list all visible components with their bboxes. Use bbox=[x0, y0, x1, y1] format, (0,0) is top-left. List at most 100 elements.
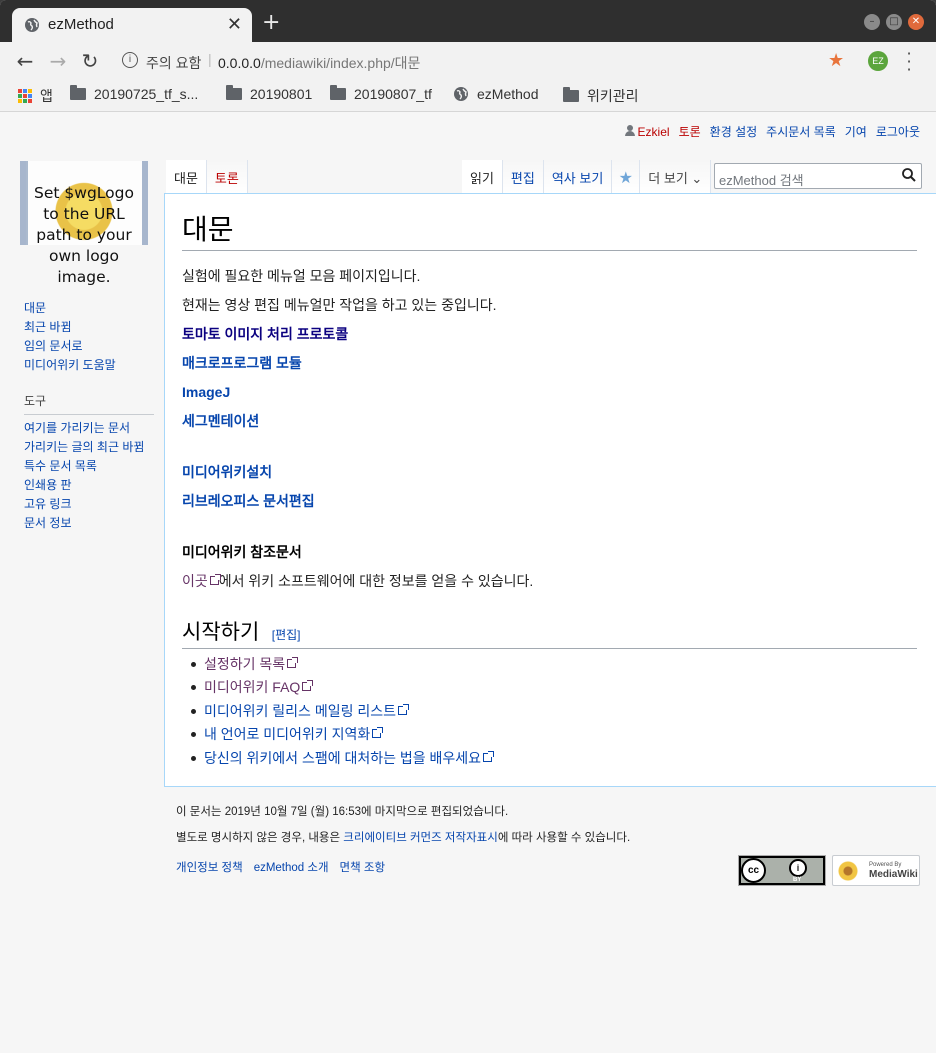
url-separator: | bbox=[208, 51, 212, 67]
external-link-here[interactable]: 이곳 bbox=[182, 573, 221, 589]
sidebar-item-permalink[interactable]: 고유 링크 bbox=[24, 495, 154, 514]
tab-talk[interactable]: 토론 bbox=[206, 160, 248, 193]
more-menu[interactable]: 더 보기 ⌄ bbox=[640, 160, 712, 193]
link-mediawiki-install[interactable]: 미디어위키설치 bbox=[182, 462, 917, 491]
attribution-person-icon: i bbox=[789, 859, 807, 877]
logout-link[interactable]: 로그아웃 bbox=[876, 123, 920, 140]
search-input[interactable]: ezMethod 검색 bbox=[714, 163, 922, 189]
bookmark-apps[interactable]: 앱 bbox=[18, 86, 53, 106]
bookmark-folder[interactable]: 20190807_tf bbox=[330, 85, 432, 102]
bookmark-label: 20190801 bbox=[250, 86, 313, 102]
getting-started-list: 설정하기 목록 미디어위키 FAQ 미디어위키 릴리스 메일링 리스트 내 언어… bbox=[187, 654, 495, 771]
profile-avatar[interactable]: EZ bbox=[868, 51, 888, 71]
external-link-icon bbox=[483, 750, 495, 762]
globe-icon bbox=[25, 18, 39, 32]
section-heading: 시작하기 [편집] bbox=[182, 616, 917, 649]
close-tab-icon[interactable]: ✕ bbox=[227, 14, 242, 35]
back-icon[interactable]: ← bbox=[14, 50, 36, 72]
powered-by-mediawiki-badge[interactable]: Powered By MediaWiki bbox=[832, 855, 920, 886]
info-icon[interactable]: i bbox=[122, 52, 138, 68]
link-libreoffice-edit[interactable]: 리브레오피스 문서편집 bbox=[182, 491, 917, 520]
mediawiki-label: MediaWiki bbox=[869, 869, 918, 880]
bookmark-folder[interactable]: 위키관리 bbox=[563, 86, 639, 106]
watchlist-link[interactable]: 주시문서 목록 bbox=[766, 123, 836, 140]
list-item: 내 언어로 미디어위키 지역화 bbox=[190, 724, 492, 747]
external-link-icon bbox=[209, 574, 221, 585]
close-window-icon[interactable]: ✕ bbox=[908, 14, 924, 30]
list-item: 설정하기 목록 bbox=[190, 654, 492, 677]
user-name: Ezkiel bbox=[637, 124, 670, 139]
site-logo[interactable]: Set $wgLogo to the URL path to your own … bbox=[18, 153, 150, 286]
talk-link[interactable]: 토론 bbox=[679, 123, 701, 140]
address-bar[interactable]: i 주의 요함 | 0.0.0.0/mediawiki/index.php/대문 bbox=[116, 46, 816, 76]
folder-icon bbox=[70, 85, 86, 100]
watch-star-icon[interactable]: ★ bbox=[612, 160, 641, 193]
external-link[interactable]: 설정하기 목록 bbox=[204, 656, 299, 672]
sidebar-item-related-changes[interactable]: 가리키는 글의 최근 바뀜 bbox=[24, 438, 154, 457]
sidebar-item-whatlinkshere[interactable]: 여기를 가리키는 문서 bbox=[24, 419, 154, 438]
security-label[interactable]: 주의 요함 bbox=[146, 53, 201, 73]
tab-edit[interactable]: 편집 bbox=[502, 160, 544, 193]
forward-icon[interactable]: → bbox=[47, 50, 69, 72]
globe-icon bbox=[454, 87, 468, 101]
bookmark-folder[interactable]: 20190801 bbox=[226, 85, 313, 102]
browser-tab[interactable]: ezMethod ✕ bbox=[12, 8, 252, 42]
preferences-link[interactable]: 환경 설정 bbox=[710, 123, 758, 140]
article-body: 실험에 필요한 메뉴얼 모음 페이지입니다. 현재는 영상 편집 메뉴얼만 작업… bbox=[182, 266, 917, 600]
disclaimers-link[interactable]: 면책 조항 bbox=[340, 859, 386, 875]
privacy-link[interactable]: 개인정보 정책 bbox=[176, 859, 243, 875]
sidebar-item-recent-changes[interactable]: 최근 바뀜 bbox=[24, 318, 154, 337]
license-link[interactable]: 크리에이티브 커먼즈 저작자표시 bbox=[343, 832, 498, 844]
bookmark-label: 20190807_tf bbox=[354, 86, 432, 102]
external-link-icon bbox=[372, 727, 384, 739]
external-link-icon bbox=[287, 657, 299, 668]
sidebar-item-page-info[interactable]: 문서 정보 bbox=[24, 514, 154, 533]
apps-grid-icon bbox=[18, 89, 32, 103]
sidebar-item-printable[interactable]: 인쇄용 판 bbox=[24, 476, 154, 495]
external-link-icon bbox=[302, 680, 314, 692]
external-link[interactable]: 내 언어로 미디어위키 지역화 bbox=[204, 726, 384, 742]
page-title: 대문 bbox=[182, 208, 917, 251]
contributions-link[interactable]: 기여 bbox=[845, 123, 867, 140]
bookmark-label: 앱 bbox=[40, 88, 53, 104]
about-link[interactable]: ezMethod 소개 bbox=[254, 859, 329, 875]
sidebar: 대문 최근 바뀜 임의 문서로 미디어위키 도움말 도구 여기를 가리키는 문서… bbox=[24, 299, 154, 533]
link-macro-module[interactable]: 매크로프로그램 모듈 bbox=[182, 353, 917, 382]
tab-read[interactable]: 읽기 bbox=[462, 160, 503, 193]
list-link-text: 미디어위키 릴리스 메일링 리스트 bbox=[204, 702, 396, 719]
tab-history[interactable]: 역사 보기 bbox=[543, 160, 613, 193]
window-controls: – □ ✕ bbox=[864, 14, 924, 30]
link-imagej[interactable]: ImageJ bbox=[182, 382, 917, 411]
reload-icon[interactable]: ↻ bbox=[79, 50, 101, 72]
bookmark-star-icon[interactable]: ★ bbox=[828, 50, 844, 71]
bookmark-label: 위키관리 bbox=[587, 88, 639, 104]
license-post: 에 따라 사용할 수 있습니다. bbox=[497, 832, 631, 844]
sidebar-item-help[interactable]: 미디어위키 도움말 bbox=[24, 356, 154, 375]
url-text[interactable]: 0.0.0.0/mediawiki/index.php/대문 bbox=[218, 53, 420, 73]
cc-by-badge[interactable]: cc i BY bbox=[738, 855, 826, 886]
section-edit-link[interactable]: [편집] bbox=[272, 628, 301, 642]
external-link[interactable]: 당신의 위키에서 스팸에 대처하는 법을 배우세요 bbox=[204, 750, 495, 766]
new-tab-icon[interactable]: + bbox=[262, 12, 280, 34]
minimize-icon[interactable]: – bbox=[864, 14, 880, 30]
sidebar-item-main-page[interactable]: 대문 bbox=[24, 299, 154, 318]
bookmark-ezmethod[interactable]: ezMethod bbox=[453, 86, 538, 102]
section-title: 시작하기 bbox=[182, 620, 260, 644]
sidebar-item-special-pages[interactable]: 특수 문서 목록 bbox=[24, 457, 154, 476]
footer-places: 개인정보 정책 ezMethod 소개 면책 조항 bbox=[176, 859, 385, 875]
menu-icon[interactable]: · · · bbox=[904, 46, 914, 78]
search-icon[interactable] bbox=[901, 166, 917, 184]
chevron-down-icon: ⌄ bbox=[691, 171, 703, 186]
tab-page[interactable]: 대문 bbox=[166, 160, 207, 193]
bookmark-folder[interactable]: 20190725_tf_s... bbox=[70, 85, 198, 102]
external-link[interactable]: 미디어위키 FAQ bbox=[204, 679, 314, 695]
sidebar-item-random[interactable]: 임의 문서로 bbox=[24, 337, 154, 356]
folder-icon bbox=[563, 87, 579, 102]
user-link[interactable]: Ezkiel bbox=[624, 124, 670, 139]
link-segmentation[interactable]: 세그멘테이션 bbox=[182, 411, 917, 440]
maximize-icon[interactable]: □ bbox=[886, 14, 902, 30]
link-tomato-protocol[interactable]: 토마토 이미지 처리 프로토콜 bbox=[182, 324, 917, 353]
reference-paragraph: 이곳 에서 위키 소프트웨어에 대한 정보를 얻을 수 있습니다. bbox=[182, 571, 917, 600]
external-link[interactable]: 미디어위키 릴리스 메일링 리스트 bbox=[204, 702, 409, 719]
